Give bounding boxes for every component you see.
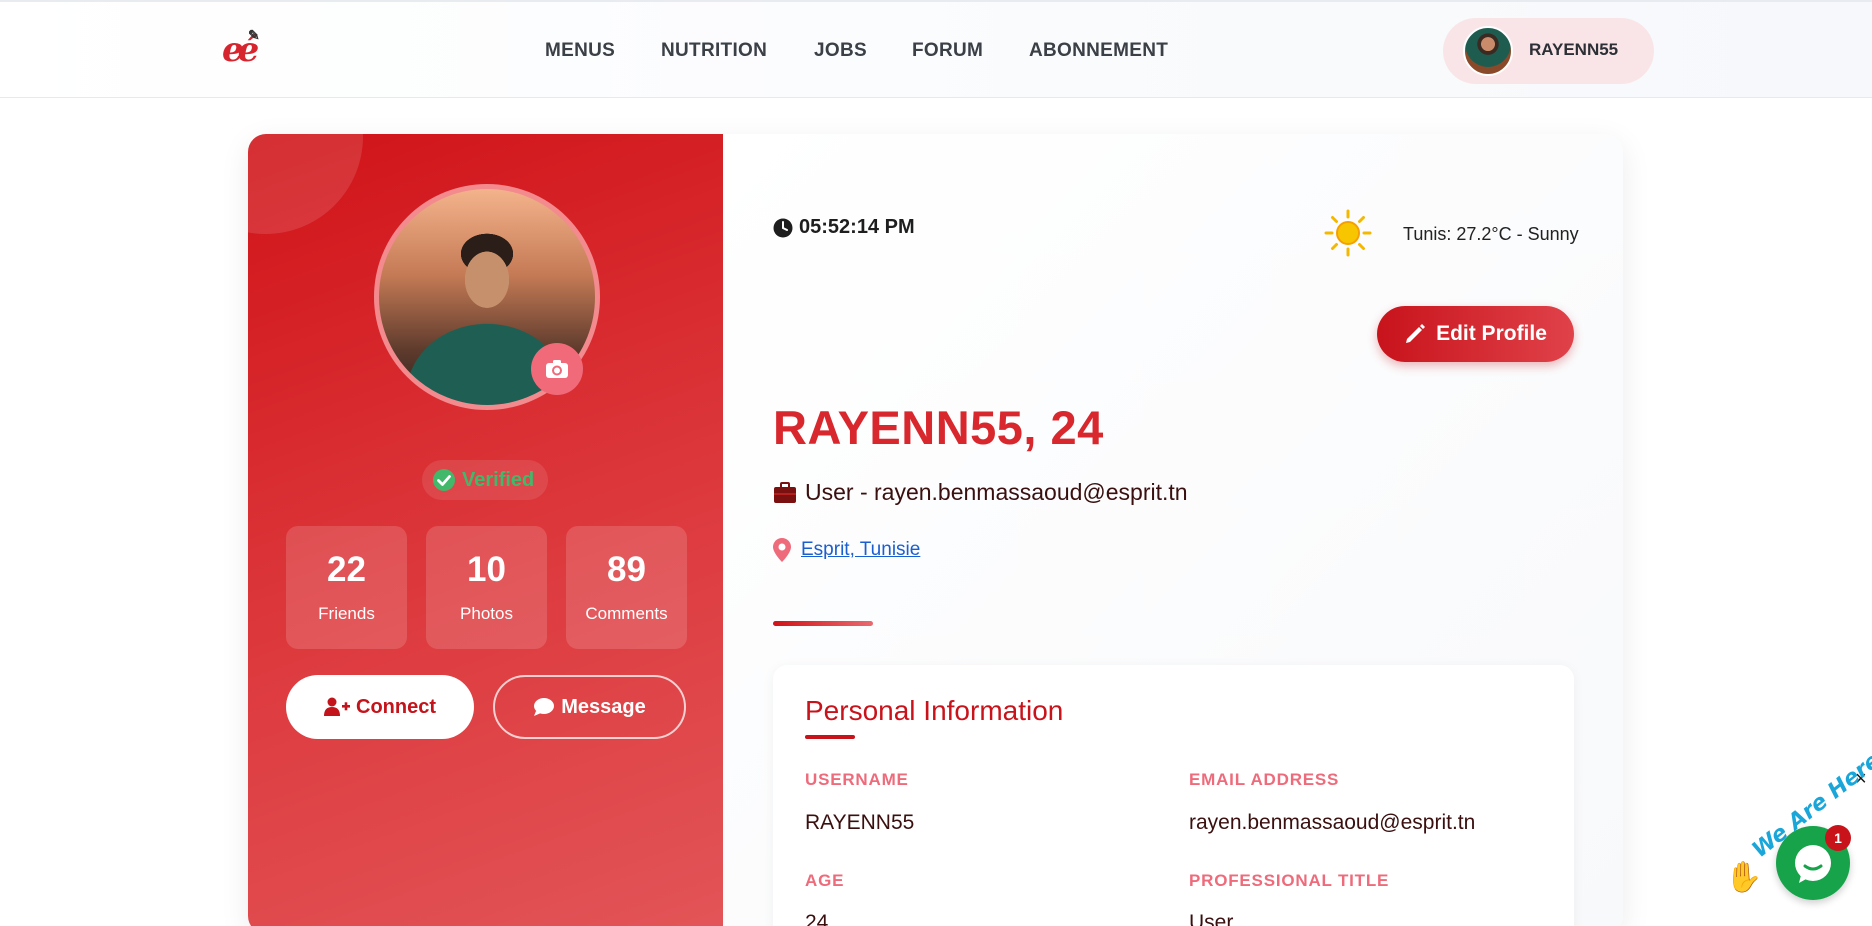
weather-text: Tunis: 27.2°C - Sunny: [1403, 224, 1579, 244]
sun-icon: [1324, 209, 1372, 257]
stat-value: 22: [327, 550, 366, 589]
user-menu-name: RAYENN55: [1529, 40, 1619, 59]
message-button[interactable]: Message: [493, 675, 686, 739]
message-label: Message: [561, 695, 646, 718]
map-pin-icon: [773, 538, 791, 562]
age-value: 24: [805, 911, 829, 926]
verified-badge: Verified: [422, 460, 548, 500]
stat-label: Comments: [585, 604, 668, 623]
decorative-circle: [248, 134, 363, 234]
waving-hand-icon: ✋: [1725, 861, 1763, 894]
edit-profile-button[interactable]: Edit Profile: [1377, 306, 1574, 362]
user-menu[interactable]: RAYENN55: [1443, 18, 1654, 84]
stat-comments: 89 Comments: [566, 526, 687, 649]
stat-label: Photos: [460, 604, 513, 623]
profile-name: RAYENN55, 24: [773, 401, 1104, 454]
leaf-icon: ✎: [248, 28, 259, 44]
professional-title-label: PROFESSIONAL TITLE: [1189, 871, 1390, 890]
top-navbar: eé ✎ MENUS NUTRITION JOBS FORUM ABONNEME…: [0, 0, 1872, 98]
personal-info-card: Personal Information USERNAME RAYENN55 E…: [773, 665, 1574, 926]
username-value: RAYENN55: [805, 811, 915, 834]
site-logo[interactable]: eé ✎: [222, 28, 262, 70]
profile-card: Verified 22 Friends 10 Photos 89 Comment…: [248, 134, 1623, 926]
notification-badge: 1: [1825, 825, 1851, 851]
user-plus-icon: [324, 697, 350, 716]
profile-role: User - rayen.benmassaoud@esprit.tn: [773, 479, 1188, 506]
verified-label: Verified: [462, 468, 535, 491]
age-label: AGE: [805, 871, 845, 890]
profile-location: Esprit, Tunisie: [773, 538, 920, 562]
clock-icon: [773, 218, 793, 237]
clock: 05:52:14 PM: [773, 216, 915, 239]
username-label: USERNAME: [805, 770, 909, 789]
profile-details: 05:52:14 PM Tunis: 27.2°C - Sunny Edit P…: [723, 134, 1623, 926]
stat-label: Friends: [318, 604, 375, 623]
profile-sidebar: Verified 22 Friends 10 Photos 89 Comment…: [248, 134, 723, 926]
change-photo-button[interactable]: [531, 343, 583, 395]
nav-link-jobs[interactable]: JOBS: [814, 40, 867, 62]
nav-link-forum[interactable]: FORUM: [912, 40, 983, 62]
pencil-icon: [1406, 324, 1426, 343]
location-link[interactable]: Esprit, Tunisie: [801, 539, 920, 561]
role-text: User - rayen.benmassaoud@esprit.tn: [805, 479, 1188, 505]
professional-title-value: User: [1189, 911, 1234, 926]
email-label: EMAIL ADDRESS: [1189, 770, 1340, 789]
camera-icon: [546, 360, 568, 378]
connect-button[interactable]: Connect: [286, 675, 474, 739]
current-time: 05:52:14 PM: [799, 216, 915, 238]
check-circle-icon: [433, 469, 455, 491]
nav-link-menus[interactable]: MENUS: [545, 40, 615, 62]
stat-friends: 22 Friends: [286, 526, 407, 649]
section-title: Personal Information: [805, 695, 1064, 726]
avatar: [1463, 26, 1513, 76]
nav-link-nutrition[interactable]: NUTRITION: [661, 40, 767, 62]
nav-link-abonnement[interactable]: ABONNEMENT: [1029, 40, 1168, 62]
stat-value: 89: [607, 550, 646, 589]
chat-bubble-icon: [534, 698, 555, 716]
stat-value: 10: [467, 550, 506, 589]
briefcase-icon: [774, 481, 796, 503]
email-value: rayen.benmassaoud@esprit.tn: [1189, 811, 1476, 834]
stat-photos: 10 Photos: [426, 526, 547, 649]
accent-divider: [773, 621, 873, 626]
connect-label: Connect: [356, 695, 436, 718]
section-underline: [805, 735, 855, 739]
edit-profile-label: Edit Profile: [1436, 322, 1547, 345]
